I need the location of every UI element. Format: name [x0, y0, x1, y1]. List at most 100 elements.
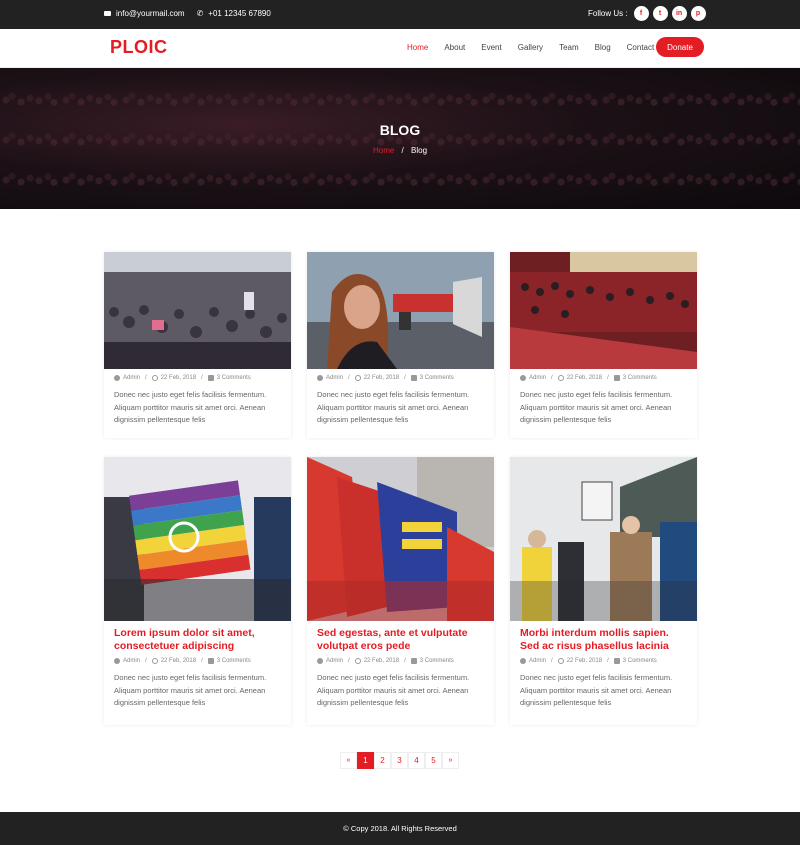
user-icon [114, 375, 120, 381]
nav-gallery[interactable]: Gallery [518, 43, 543, 52]
phone-text: +01 12345 67890 [208, 9, 271, 18]
follow-label: Follow Us : [588, 9, 628, 18]
blog-card[interactable]: Admin / 22 Feb, 2018 / 3 Comments Donec … [104, 252, 291, 438]
blog-image-still-we-rise[interactable] [510, 457, 697, 621]
meta-separator: / [404, 658, 406, 664]
comment-icon [613, 375, 620, 381]
social-links: Follow Us : f t in p [588, 6, 706, 21]
twitter-icon[interactable]: t [652, 6, 668, 21]
blog-card-body: Sed egestas, ante et vulputate volutpat … [307, 621, 494, 710]
meta-separator: / [348, 375, 350, 381]
blog-image-auditorium[interactable] [510, 252, 697, 369]
post-date: 22 Feb, 2018 [363, 658, 400, 664]
clock-icon [151, 375, 158, 381]
clock-icon [557, 658, 564, 664]
post-excerpt: Donec nec justo eget felis facilisis fer… [317, 390, 470, 424]
meta-separator: / [607, 375, 609, 381]
blog-card-body: Morbi interdum mollis sapien. Sed ac ris… [510, 621, 697, 710]
user-icon [317, 375, 323, 381]
blog-card[interactable]: Sed egestas, ante et vulputate volutpat … [307, 457, 494, 725]
page-title: BLOG [379, 122, 421, 138]
post-comments[interactable]: 3 Comments [623, 658, 657, 664]
post-date: 22 Feb, 2018 [566, 375, 603, 381]
post-date: 22 Feb, 2018 [566, 658, 603, 664]
blog-image-equality-flags[interactable] [307, 457, 494, 621]
post-comments[interactable]: 3 Comments [217, 658, 251, 664]
pagination-page-2[interactable]: 2 [374, 752, 391, 769]
post-meta: Admin / 22 Feb, 2018 / 3 Comments [317, 375, 484, 381]
post-comments[interactable]: 3 Comments [623, 375, 657, 381]
post-excerpt: Donec nec justo eget felis facilisis fer… [520, 390, 673, 424]
email-item[interactable]: info@yourmail.com [104, 9, 185, 18]
copyright-text: © Copy 2018. All Rights Reserved [343, 824, 457, 833]
nav-home[interactable]: Home [407, 43, 428, 52]
post-author[interactable]: Admin [529, 375, 546, 381]
pagination-prev[interactable]: « [340, 752, 357, 769]
user-icon [520, 658, 526, 664]
site-logo[interactable]: PLOIC [110, 37, 168, 58]
email-text: info@yourmail.com [116, 9, 185, 18]
blog-image-peace-flag[interactable] [104, 457, 291, 621]
post-meta: Admin / 22 Feb, 2018 / 3 Comments [114, 375, 281, 381]
site-header: PLOIC Home About Event Gallery Team Blog… [0, 29, 800, 68]
blog-card[interactable]: Morbi interdum mollis sapien. Sed ac ris… [510, 457, 697, 725]
meta-separator: / [607, 658, 609, 664]
main-nav: Home About Event Gallery Team Blog Conta… [407, 43, 670, 52]
facebook-icon[interactable]: f [633, 6, 649, 21]
post-comments[interactable]: 3 Comments [420, 375, 454, 381]
breadcrumb: Home / Blog [0, 146, 800, 155]
meta-separator: / [551, 375, 553, 381]
post-excerpt: Donec nec justo eget felis facilisis fer… [317, 673, 470, 707]
breadcrumb-separator: / [401, 146, 404, 155]
pagination-next[interactable]: » [442, 752, 459, 769]
nav-blog[interactable]: Blog [595, 43, 611, 52]
blog-card[interactable]: Admin / 22 Feb, 2018 / 3 Comments Donec … [307, 252, 494, 438]
contact-info: info@yourmail.com ✆ +01 12345 67890 [104, 9, 271, 18]
post-author[interactable]: Admin [326, 375, 343, 381]
site-footer: © Copy 2018. All Rights Reserved [0, 812, 800, 845]
post-date: 22 Feb, 2018 [160, 375, 197, 381]
blog-card-body: Lorem ipsum dolor sit amet, consectetuer… [104, 621, 291, 710]
donate-button[interactable]: Donate [656, 37, 704, 57]
nav-about[interactable]: About [444, 43, 465, 52]
post-title[interactable]: Morbi interdum mollis sapien. Sed ac ris… [520, 627, 687, 653]
post-comments[interactable]: 3 Comments [420, 658, 454, 664]
blog-image-megaphone[interactable] [307, 252, 494, 369]
meta-separator: / [145, 375, 147, 381]
post-excerpt: Donec nec justo eget felis facilisis fer… [114, 673, 267, 707]
breadcrumb-home[interactable]: Home [373, 146, 394, 155]
comment-icon [613, 658, 620, 664]
pagination-page-4[interactable]: 4 [408, 752, 425, 769]
meta-separator: / [404, 375, 406, 381]
pinterest-icon[interactable]: p [690, 6, 706, 21]
blog-card[interactable]: Admin / 22 Feb, 2018 / 3 Comments Donec … [510, 252, 697, 438]
pagination-page-5[interactable]: 5 [425, 752, 442, 769]
nav-event[interactable]: Event [481, 43, 501, 52]
banner-overlay [0, 68, 800, 209]
phone-item[interactable]: ✆ +01 12345 67890 [197, 9, 271, 18]
pagination: « 1 2 3 4 5 » [340, 752, 459, 769]
user-icon [114, 658, 120, 664]
top-bar: info@yourmail.com ✆ +01 12345 67890 Foll… [0, 0, 800, 29]
nav-contact[interactable]: Contact [627, 43, 655, 52]
post-title[interactable]: Sed egestas, ante et vulputate volutpat … [317, 627, 484, 653]
blog-image-crowd-march[interactable] [104, 252, 291, 369]
pagination-page-1[interactable]: 1 [357, 752, 374, 769]
pagination-page-3[interactable]: 3 [391, 752, 408, 769]
post-title[interactable]: Lorem ipsum dolor sit amet, consectetuer… [114, 627, 281, 653]
post-author[interactable]: Admin [123, 375, 140, 381]
nav-team[interactable]: Team [559, 43, 579, 52]
comment-icon [410, 658, 417, 664]
post-author[interactable]: Admin [123, 658, 140, 664]
user-icon [520, 375, 526, 381]
post-excerpt: Donec nec justo eget felis facilisis fer… [520, 673, 673, 707]
post-meta: Admin / 22 Feb, 2018 / 3 Comments [520, 375, 687, 381]
post-author[interactable]: Admin [326, 658, 343, 664]
meta-separator: / [348, 658, 350, 664]
breadcrumb-current: Blog [411, 146, 428, 155]
post-meta: Admin / 22 Feb, 2018 / 3 Comments [114, 658, 281, 664]
post-comments[interactable]: 3 Comments [217, 375, 251, 381]
linkedin-icon[interactable]: in [671, 6, 687, 21]
blog-card[interactable]: Lorem ipsum dolor sit amet, consectetuer… [104, 457, 291, 725]
post-author[interactable]: Admin [529, 658, 546, 664]
